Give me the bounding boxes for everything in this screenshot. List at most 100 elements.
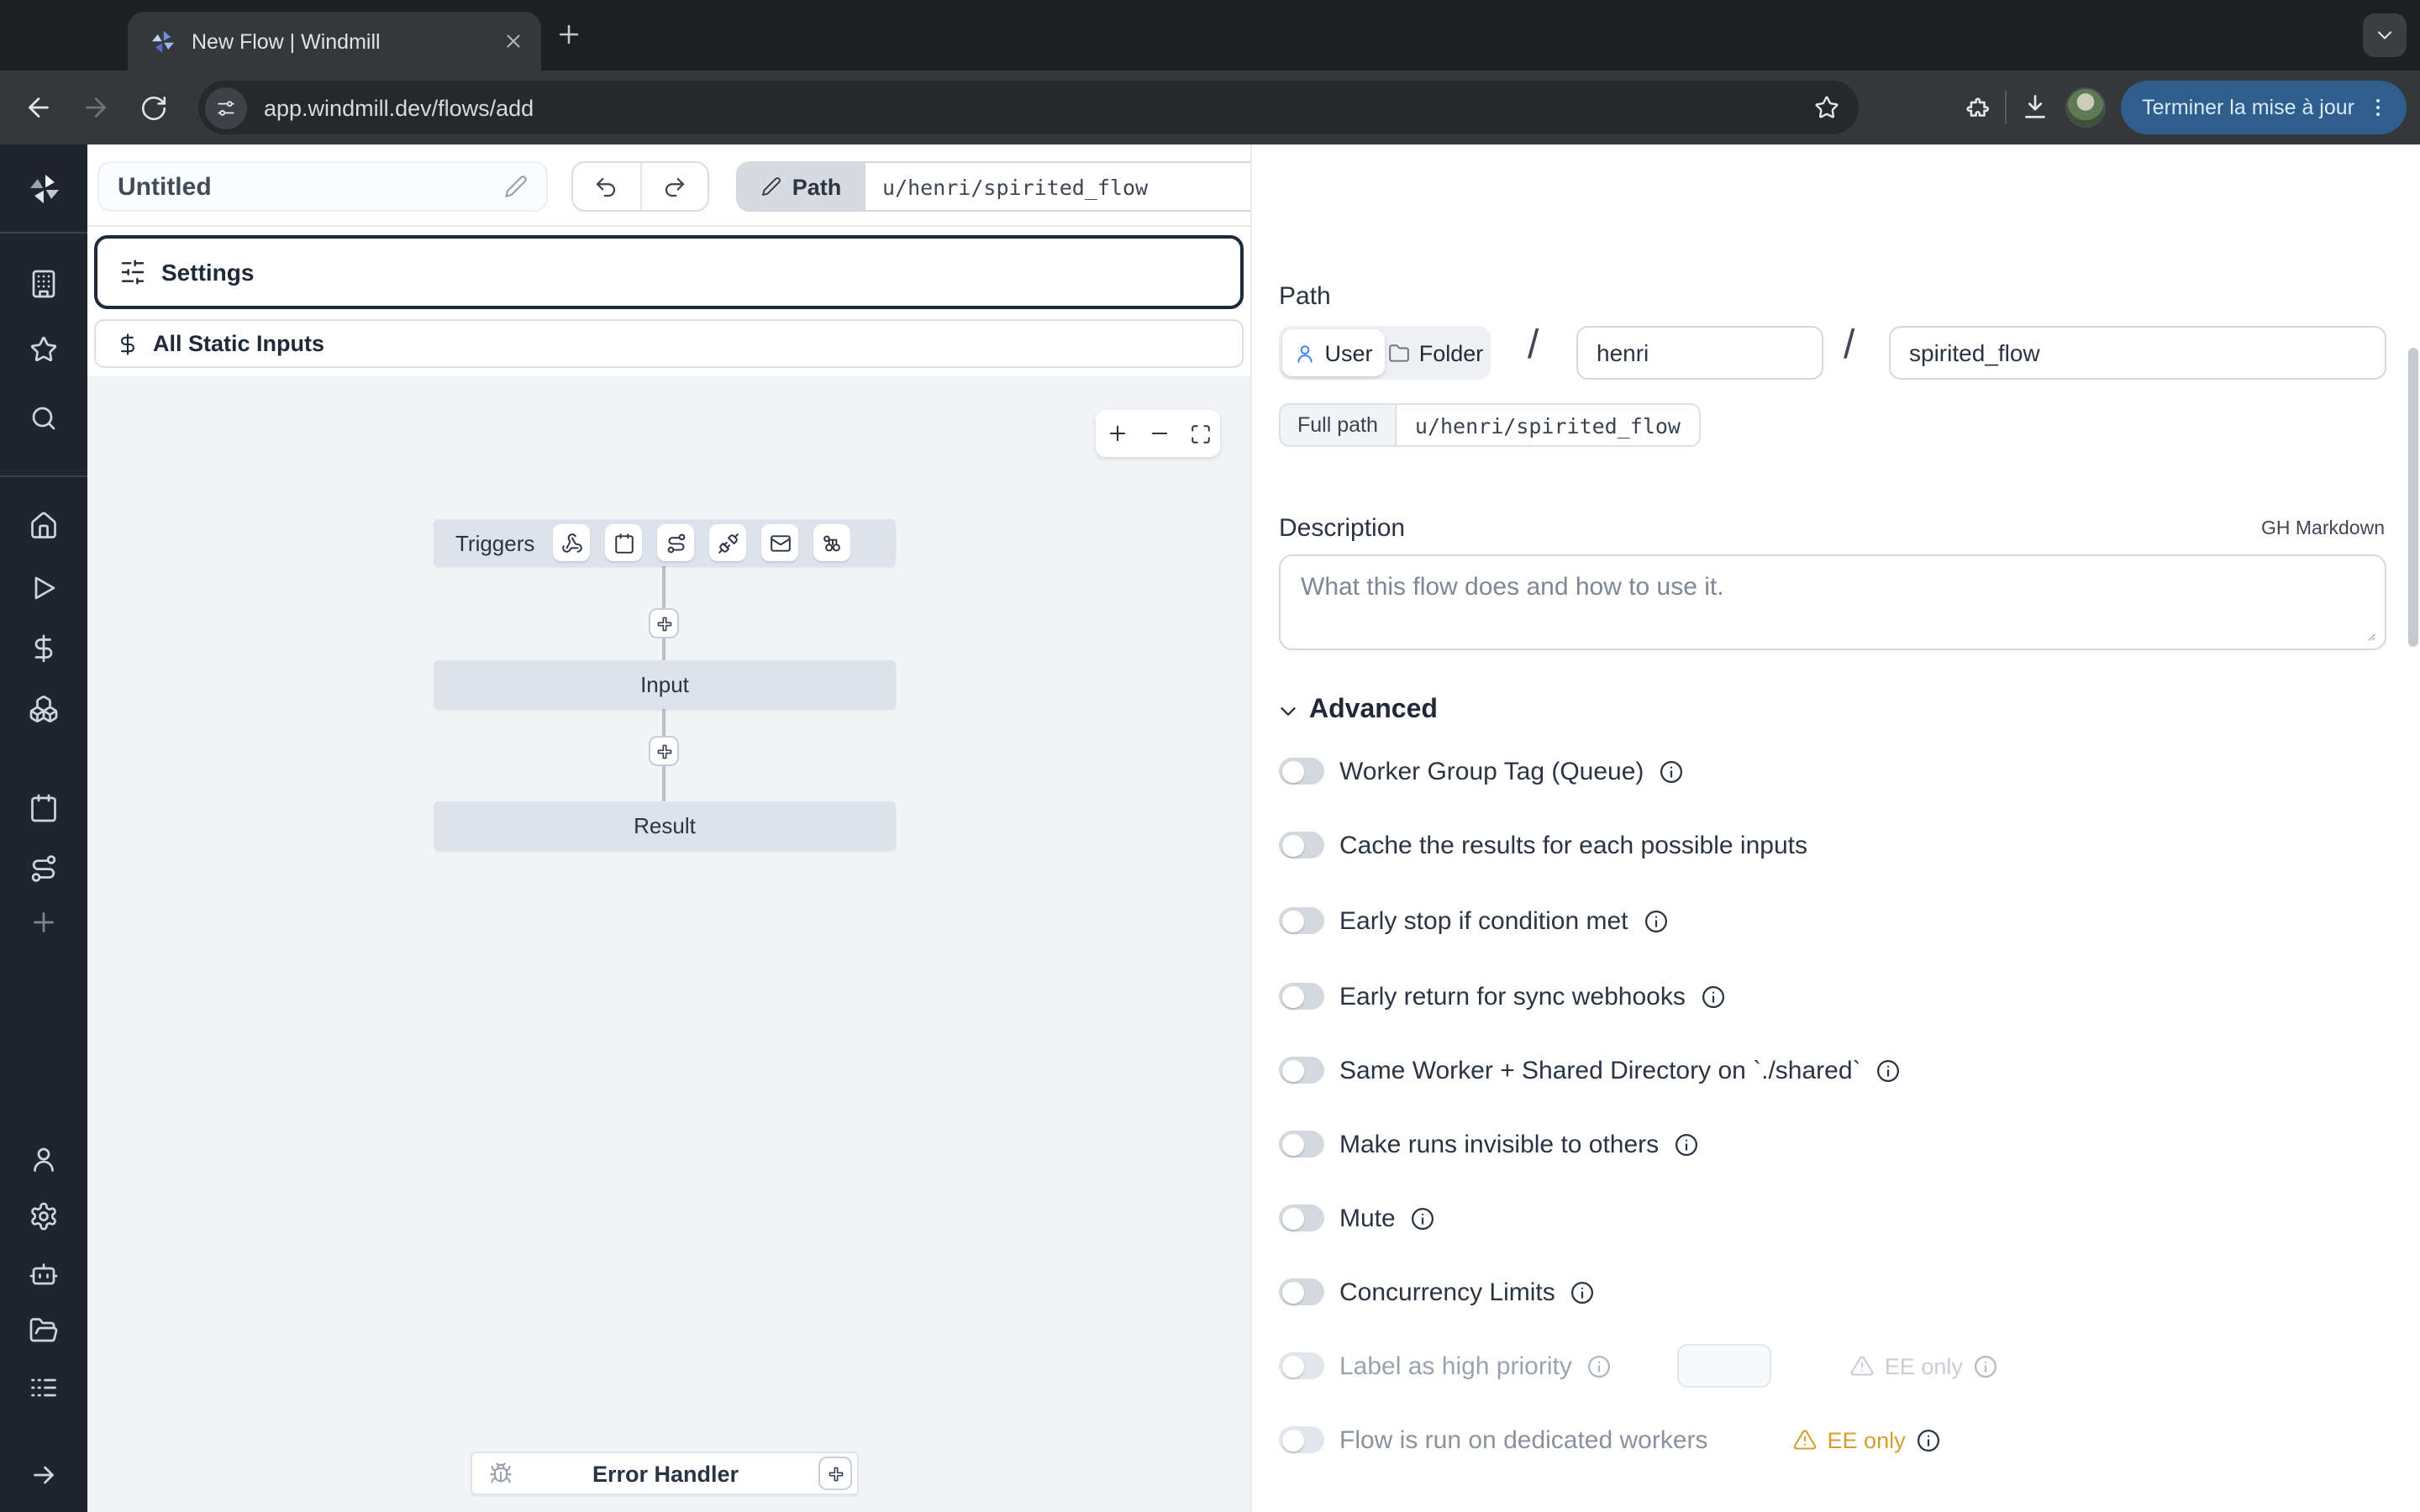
sidebar-item-add[interactable] <box>0 907 87 937</box>
description-textarea[interactable]: What this flow does and how to use it. <box>1279 554 2386 650</box>
add-step-button[interactable] <box>649 736 679 766</box>
add-step-button[interactable] <box>649 608 679 638</box>
url-omnibox[interactable]: app.windmill.dev/flows/add <box>198 81 1859 134</box>
info-icon[interactable] <box>1701 984 1726 1009</box>
full-path-row: Full path u/henri/spirited_flow <box>1279 403 1701 447</box>
undo-button[interactable] <box>573 163 641 210</box>
triggers-node[interactable]: Triggers <box>434 519 896 566</box>
advanced-section-header[interactable]: Advanced <box>1276 696 1438 726</box>
sidebar-item-workspace[interactable] <box>0 269 87 299</box>
all-static-inputs-item[interactable]: All Static Inputs <box>94 319 1244 368</box>
error-handler-node[interactable]: Error Handler <box>471 1452 859 1495</box>
zoom-in-icon[interactable] <box>1105 422 1128 445</box>
sidebar-item-search[interactable] <box>0 403 87 433</box>
info-icon[interactable] <box>1411 1205 1436 1231</box>
flow-name-field[interactable]: Untitled <box>97 161 548 212</box>
toggle-switch[interactable] <box>1279 983 1324 1010</box>
flow-name: Untitled <box>118 172 504 201</box>
toggle-switch[interactable] <box>1279 1352 1324 1379</box>
download-icon[interactable] <box>2019 92 2049 123</box>
webhook-trigger-icon[interactable] <box>553 524 590 561</box>
settings-panel-item[interactable]: Settings <box>94 235 1244 309</box>
panel-scrollbar[interactable] <box>2408 348 2418 647</box>
profile-avatar[interactable] <box>2065 87 2105 128</box>
url-text[interactable]: app.windmill.dev/flows/add <box>264 95 1813 120</box>
toggle-row-same-worker: Same Worker + Shared Directory on `./sha… <box>1279 1050 1902 1090</box>
sidebar-item-schedules[interactable] <box>0 793 87 823</box>
sidebar-item-folders[interactable] <box>0 1315 87 1346</box>
redo-button[interactable] <box>641 163 708 210</box>
windmill-logo[interactable] <box>0 171 87 207</box>
browser-menu-kebab-icon[interactable] <box>2366 96 2390 119</box>
info-icon[interactable] <box>1587 1353 1612 1378</box>
sidebar-item-resources[interactable] <box>0 694 87 724</box>
toggle-row-concurrency-limits: Concurrency Limits <box>1279 1272 1596 1312</box>
sidebar-expand-arrow-icon[interactable] <box>0 1460 87 1490</box>
toggle-row-cache-results: Cache the results for each possible inpu… <box>1279 825 1807 865</box>
site-settings-icon[interactable] <box>205 87 247 129</box>
toggle-switch[interactable] <box>1279 907 1324 934</box>
tab-search-chevron-icon[interactable] <box>2363 13 2407 57</box>
sidebar-item-favorites[interactable] <box>0 334 87 365</box>
path-chip: Path <box>738 163 865 210</box>
new-tab-button[interactable] <box>555 20 583 49</box>
path-owner-input[interactable]: henri <box>1576 326 1823 380</box>
reload-icon[interactable] <box>124 93 182 122</box>
sidebar-item-logs[interactable] <box>0 1373 87 1403</box>
sidebar-item-flows[interactable] <box>0 853 87 884</box>
resize-handle-icon[interactable] <box>2363 628 2376 642</box>
owner-kind-folder[interactable]: Folder <box>1385 329 1487 376</box>
flow-canvas[interactable]: Triggers Input Result <box>87 376 1250 1512</box>
schedule-trigger-icon[interactable] <box>605 524 642 561</box>
sidebar-item-variables[interactable] <box>0 633 87 664</box>
warning-triangle-icon <box>1851 1354 1875 1378</box>
info-icon[interactable] <box>1916 1427 1941 1452</box>
app-sidebar <box>0 144 87 1512</box>
add-error-handler-button[interactable] <box>818 1457 852 1490</box>
browser-tab[interactable]: New Flow | Windmill <box>128 12 541 71</box>
fit-view-icon[interactable] <box>1189 423 1211 444</box>
forward-icon[interactable] <box>67 92 124 123</box>
owner-kind-user[interactable]: User <box>1282 329 1385 376</box>
toggle-switch[interactable] <box>1279 758 1324 785</box>
bookmark-star-icon[interactable] <box>1813 94 1840 121</box>
sidebar-item-home[interactable] <box>0 511 87 541</box>
sidebar-divider <box>0 475 87 477</box>
priority-number-input[interactable] <box>1678 1344 1772 1388</box>
info-icon[interactable] <box>1876 1058 1902 1083</box>
description-heading: Description <box>1279 514 1405 543</box>
input-node[interactable]: Input <box>434 660 896 709</box>
path-name-input[interactable]: spirited_flow <box>1889 326 2386 380</box>
toggle-switch[interactable] <box>1279 832 1324 858</box>
path-separator: / <box>1844 323 1854 370</box>
email-trigger-icon[interactable] <box>761 524 798 561</box>
sidebar-item-workers[interactable] <box>0 1258 87 1289</box>
ee-only-badge: EE only <box>1851 1353 1998 1378</box>
toggle-switch[interactable] <box>1279 1205 1324 1231</box>
zoom-out-icon[interactable] <box>1147 422 1171 445</box>
tab-close-icon[interactable] <box>502 30 524 52</box>
toggle-switch[interactable] <box>1279 1131 1324 1158</box>
toggle-switch[interactable] <box>1279 1057 1324 1084</box>
toggle-switch[interactable] <box>1279 1278 1324 1305</box>
sidebar-item-runs[interactable] <box>0 573 87 603</box>
user-icon <box>1294 342 1316 364</box>
result-node[interactable]: Result <box>434 801 896 850</box>
info-icon[interactable] <box>1659 759 1684 784</box>
extensions-puzzle-icon[interactable] <box>1962 93 1991 122</box>
info-icon[interactable] <box>1570 1279 1596 1305</box>
info-icon[interactable] <box>1674 1131 1699 1157</box>
route-trigger-icon[interactable] <box>657 524 694 561</box>
websocket-trigger-icon[interactable] <box>709 524 746 561</box>
sidebar-item-settings[interactable] <box>0 1201 87 1231</box>
sidebar-item-user[interactable] <box>0 1144 87 1174</box>
ee-only-badge: EE only <box>1794 1427 1941 1452</box>
poll-watch-trigger-icon[interactable] <box>813 524 850 561</box>
edit-pencil-icon[interactable] <box>504 175 528 198</box>
bug-icon <box>489 1462 513 1485</box>
info-icon[interactable] <box>1973 1353 1998 1378</box>
browser-update-button[interactable]: Terminer la mise à jour <box>2120 81 2407 134</box>
toggle-switch[interactable] <box>1279 1426 1324 1453</box>
back-icon[interactable] <box>10 92 67 123</box>
info-icon[interactable] <box>1644 908 1669 933</box>
